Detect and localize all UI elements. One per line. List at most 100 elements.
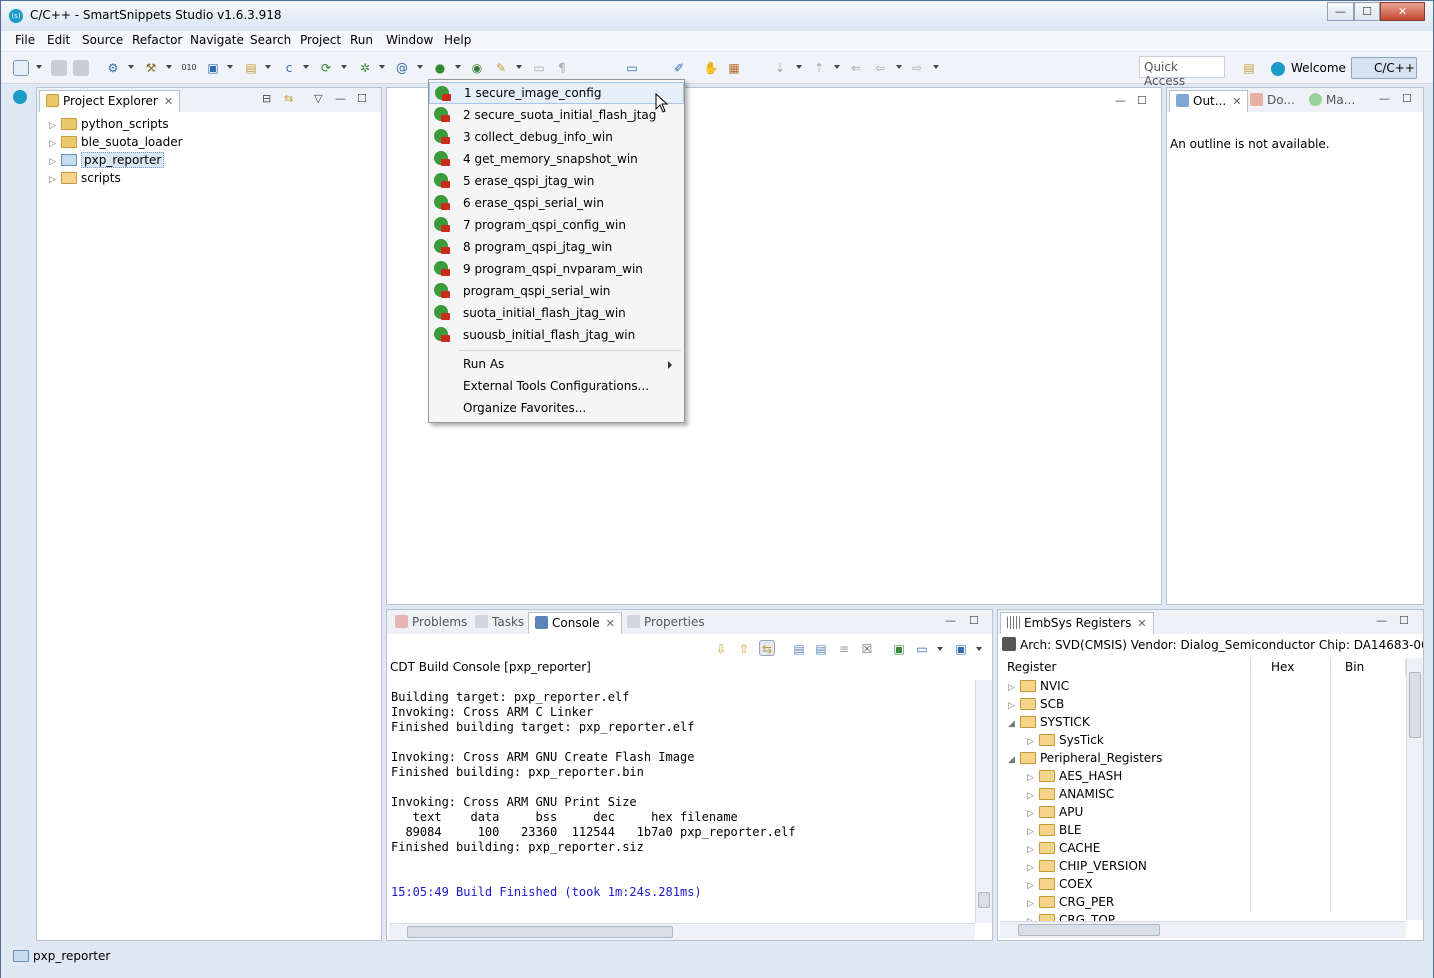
collapse-arrow-icon[interactable]: ◢ bbox=[1008, 715, 1018, 733]
console-vertical-scrollbar[interactable] bbox=[975, 680, 992, 923]
menu-file[interactable]: File bbox=[15, 33, 35, 47]
build-dropdown-icon[interactable] bbox=[166, 65, 172, 69]
tab-console[interactable]: Console ✕ bbox=[528, 612, 622, 634]
back-arrow-icon[interactable]: ⇦ bbox=[872, 60, 888, 76]
next-annotation-dropdown-icon[interactable] bbox=[796, 65, 802, 69]
tree-item-ble-suota-loader[interactable]: ▷ ble_suota_loader bbox=[49, 133, 183, 151]
previous-annotation-icon[interactable]: ⇡ bbox=[811, 60, 827, 76]
register-row[interactable]: ▷ SysTick bbox=[1027, 731, 1104, 749]
new-project-dropdown-icon[interactable] bbox=[227, 65, 233, 69]
register-row[interactable]: ▷ BLE bbox=[1027, 821, 1082, 839]
pen-tool-icon[interactable]: ✎ bbox=[493, 60, 509, 76]
at-sign-icon[interactable]: @ bbox=[394, 60, 410, 76]
open-perspective-icon[interactable]: ▤ bbox=[1241, 60, 1257, 76]
editor-minimize-icon[interactable]: — bbox=[1115, 94, 1126, 107]
close-button[interactable]: ✕ bbox=[1380, 2, 1425, 21]
pin-icon[interactable]: ✐ bbox=[671, 60, 687, 76]
minimize-view-icon[interactable]: — bbox=[335, 92, 346, 105]
last-edit-icon[interactable]: ⇐ bbox=[848, 60, 864, 76]
tab-make-targets[interactable]: Ma... bbox=[1303, 90, 1361, 112]
minimize-view-icon[interactable]: — bbox=[1379, 92, 1390, 105]
registers-horizontal-scrollbar[interactable] bbox=[1000, 921, 1406, 938]
tree-item-pxp-reporter[interactable]: ▷ pxp_reporter bbox=[49, 151, 165, 169]
console-vscroll-thumb[interactable] bbox=[978, 892, 990, 908]
registers-hscroll-thumb[interactable] bbox=[1018, 924, 1160, 936]
minimize-button[interactable]: — bbox=[1327, 2, 1354, 21]
register-row[interactable]: ▷ AES_HASH bbox=[1027, 767, 1122, 785]
new-source-dropdown-icon[interactable] bbox=[303, 65, 309, 69]
perspective-welcome[interactable]: Welcome bbox=[1271, 58, 1346, 78]
expand-arrow-icon[interactable]: ▷ bbox=[49, 171, 59, 189]
quick-access-input[interactable]: Quick Access bbox=[1139, 56, 1225, 88]
save-icon[interactable] bbox=[51, 60, 67, 76]
register-row[interactable]: ▷ SCB bbox=[1008, 695, 1064, 713]
grid-icon[interactable]: ▦ bbox=[726, 60, 742, 76]
menu-edit[interactable]: Edit bbox=[47, 33, 70, 47]
console-output[interactable]: Building target: pxp_reporter.elf Invokin… bbox=[391, 690, 976, 900]
open-project-icon[interactable]: ◉ bbox=[469, 60, 485, 76]
menu-external-tools-configurations[interactable]: External Tools Configurations... bbox=[429, 375, 684, 397]
menu-help[interactable]: Help bbox=[444, 33, 471, 47]
build-hammer-icon[interactable]: ⚒ bbox=[143, 60, 159, 76]
link-editor-icon[interactable]: ⇆ bbox=[284, 92, 293, 105]
configurations-dropdown-icon[interactable] bbox=[128, 65, 134, 69]
clear-console-icon[interactable]: ☒ bbox=[859, 641, 875, 657]
open-console-icon[interactable]: ▣ bbox=[953, 641, 969, 657]
run-config-item[interactable]: 2 secure_suota_initial_flash_jtag bbox=[429, 104, 684, 126]
maximize-button[interactable]: ☐ bbox=[1354, 2, 1380, 21]
run-config-item[interactable]: 3 collect_debug_info_win bbox=[429, 126, 684, 148]
maximize-view-icon[interactable]: ☐ bbox=[357, 92, 367, 105]
collapse-arrow-icon[interactable]: ◢ bbox=[1008, 751, 1018, 769]
new-source-file-icon[interactable]: c bbox=[281, 60, 297, 76]
run-config-item[interactable]: 7 program_qspi_config_win bbox=[429, 214, 684, 236]
close-tab-icon[interactable]: ✕ bbox=[606, 617, 615, 630]
register-row[interactable]: ▷ APU bbox=[1027, 803, 1083, 821]
previous-annotation-dropdown-icon[interactable] bbox=[834, 65, 840, 69]
tab-documentation[interactable]: Do... bbox=[1244, 90, 1301, 112]
column-header-register[interactable]: Register bbox=[1002, 658, 1251, 676]
refresh-run-icon[interactable]: ⟳ bbox=[318, 60, 334, 76]
tab-problems[interactable]: Problems bbox=[389, 612, 473, 634]
display-console-dropdown-icon[interactable] bbox=[937, 647, 943, 651]
run-config-item[interactable]: 4 get_memory_snapshot_win bbox=[429, 148, 684, 170]
menu-run-as[interactable]: Run As bbox=[429, 353, 684, 375]
register-row[interactable]: ◢ Peripheral_Registers bbox=[1008, 749, 1162, 767]
tab-project-explorer[interactable]: Project Explorer ✕ bbox=[39, 90, 181, 112]
refresh-dropdown-icon[interactable] bbox=[341, 65, 347, 69]
new-folder-dropdown-icon[interactable] bbox=[265, 65, 271, 69]
view-menu-icon[interactable]: ▽ bbox=[314, 92, 322, 105]
show-on-error-icon[interactable]: ▤ bbox=[813, 641, 829, 657]
register-row[interactable]: ◢ SYSTICK bbox=[1008, 713, 1090, 731]
menu-search[interactable]: Search bbox=[250, 33, 291, 47]
close-tab-icon[interactable]: ✕ bbox=[164, 95, 173, 108]
maximize-view-icon[interactable]: ☐ bbox=[1399, 614, 1409, 627]
maximize-view-icon[interactable]: ☐ bbox=[969, 614, 979, 627]
run-config-item[interactable]: program_qspi_serial_win bbox=[429, 280, 684, 302]
run-config-item[interactable]: suousb_initial_flash_jtag_win bbox=[429, 324, 684, 346]
editor-maximize-icon[interactable]: ☐ bbox=[1137, 94, 1147, 107]
new-icon[interactable] bbox=[13, 60, 29, 76]
manage-configurations-icon[interactable]: ⚙ bbox=[105, 60, 121, 76]
register-row[interactable]: ▷ COEX bbox=[1027, 875, 1093, 893]
pen-tool-dropdown-icon[interactable] bbox=[516, 65, 522, 69]
register-row[interactable]: ▷ CHIP_VERSION bbox=[1027, 857, 1147, 875]
new-dropdown-icon[interactable] bbox=[36, 65, 42, 69]
document-icon[interactable]: ▭ bbox=[531, 60, 547, 76]
register-row[interactable]: ▷ CACHE bbox=[1027, 839, 1100, 857]
forward-arrow-icon[interactable]: ⇨ bbox=[909, 60, 925, 76]
minimize-view-icon[interactable]: — bbox=[945, 614, 956, 627]
run-config-item[interactable]: 6 erase_qspi_serial_win bbox=[429, 192, 684, 214]
previous-console-icon[interactable]: ⇧ bbox=[736, 641, 752, 657]
forward-dropdown-icon[interactable] bbox=[933, 65, 939, 69]
register-row[interactable]: ▷ ANAMISC bbox=[1027, 785, 1114, 803]
menu-run[interactable]: Run bbox=[350, 33, 373, 47]
show-on-output-icon[interactable]: ▤ bbox=[791, 641, 807, 657]
tree-item-scripts[interactable]: ▷ scripts bbox=[49, 169, 121, 187]
run-config-item[interactable]: suota_initial_flash_jtag_win bbox=[429, 302, 684, 324]
run-config-item[interactable]: 9 program_qspi_nvparam_win bbox=[429, 258, 684, 280]
tree-item-python-scripts[interactable]: ▷ python_scripts bbox=[49, 115, 169, 133]
pin-console-icon[interactable]: ▣ bbox=[891, 641, 907, 657]
console-icon[interactable]: ▭ bbox=[624, 60, 640, 76]
menu-navigate[interactable]: Navigate bbox=[190, 33, 244, 47]
registers-vertical-scrollbar[interactable] bbox=[1406, 658, 1423, 920]
